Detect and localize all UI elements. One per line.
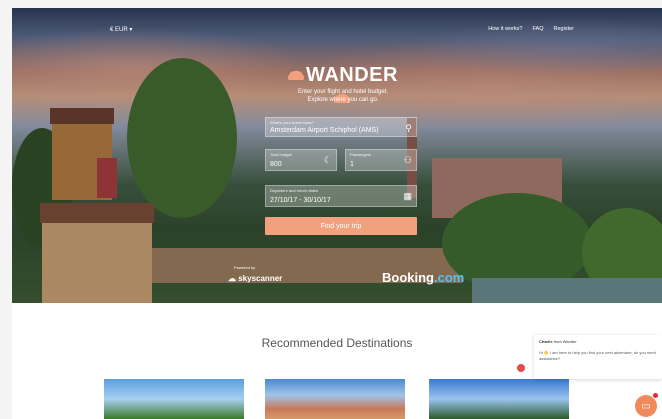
location-pin-icon: ⚲ [405,123,412,133]
tagline: Enter your flight and hotel budget. Expl… [277,88,409,104]
booking-ext: .com [434,270,465,285]
chat-avatar [516,363,526,373]
people-icon: ⚇ [403,155,412,165]
find-trip-button[interactable]: Find your trip [265,217,417,235]
nav-link-how-it-works[interactable]: How it works? [488,26,522,32]
nav-link-faq[interactable]: FAQ [533,26,544,32]
nav-link-register[interactable]: Register [554,26,574,32]
dates-field[interactable]: Departure and return dates 27/10/17 - 30… [265,185,417,207]
chat-popup[interactable]: Charlie from Wander Hi 👋 I am here to he… [534,335,662,379]
moon-icon: ☾ [323,155,332,165]
skyscanner-icon: ☁ [228,274,236,283]
booking-main: Booking [382,270,434,285]
page: € EUR ▾ How it works? FAQ Register WANDE… [12,8,662,419]
home-base-field[interactable]: What's your home base? Amsterdam Airport… [265,117,417,137]
tagline-line-2: Explore where you can go. [307,97,379,103]
passengers-field[interactable]: Passengers 1 ⚇ [345,149,417,171]
dates-value: 27/10/17 - 30/10/17 [270,197,331,204]
calendar-icon: ▦ [403,191,412,201]
budget-value: 800 [270,161,282,168]
passengers-label: Passengers [350,152,372,157]
cloud-icon [288,71,305,81]
destination-card-1[interactable] [104,379,244,419]
budget-label: Total budget [270,152,292,157]
chat-icon: ▭ [641,400,651,412]
home-base-value: Amsterdam Airport Schiphol (AMS) [270,127,379,134]
passengers-value: 1 [350,161,354,168]
destination-card-3[interactable] [429,379,569,419]
chat-sender-name: Charlie [539,339,553,344]
chat-sender: Charlie from Wander [539,339,657,344]
budget-field[interactable]: Total budget 800 ☾ [265,149,337,171]
top-nav-links: How it works? FAQ Register [488,26,574,32]
home-base-label: What's your home base? [270,120,315,125]
skyscanner-logo: ☁ skyscanner [228,274,282,283]
chat-notification-badge [652,392,659,399]
chat-message: Hi 👋 I am here to help you find your nex… [539,350,656,361]
chat-sender-from: from Wander [553,339,577,344]
booking-logo: Booking.com [382,270,464,285]
dates-label: Departure and return dates [270,188,319,193]
brand-name: WANDER [306,64,398,86]
hero-banner: € EUR ▾ How it works? FAQ Register WANDE… [12,8,662,303]
destination-card-2[interactable] [265,379,405,419]
currency-selector[interactable]: € EUR ▾ [110,26,132,33]
hero-overlay [12,8,662,303]
tagline-line-1: Enter your flight and hotel budget. [297,89,389,95]
powered-by-label: Powered by [234,265,256,270]
skyscanner-name: skyscanner [238,274,283,283]
